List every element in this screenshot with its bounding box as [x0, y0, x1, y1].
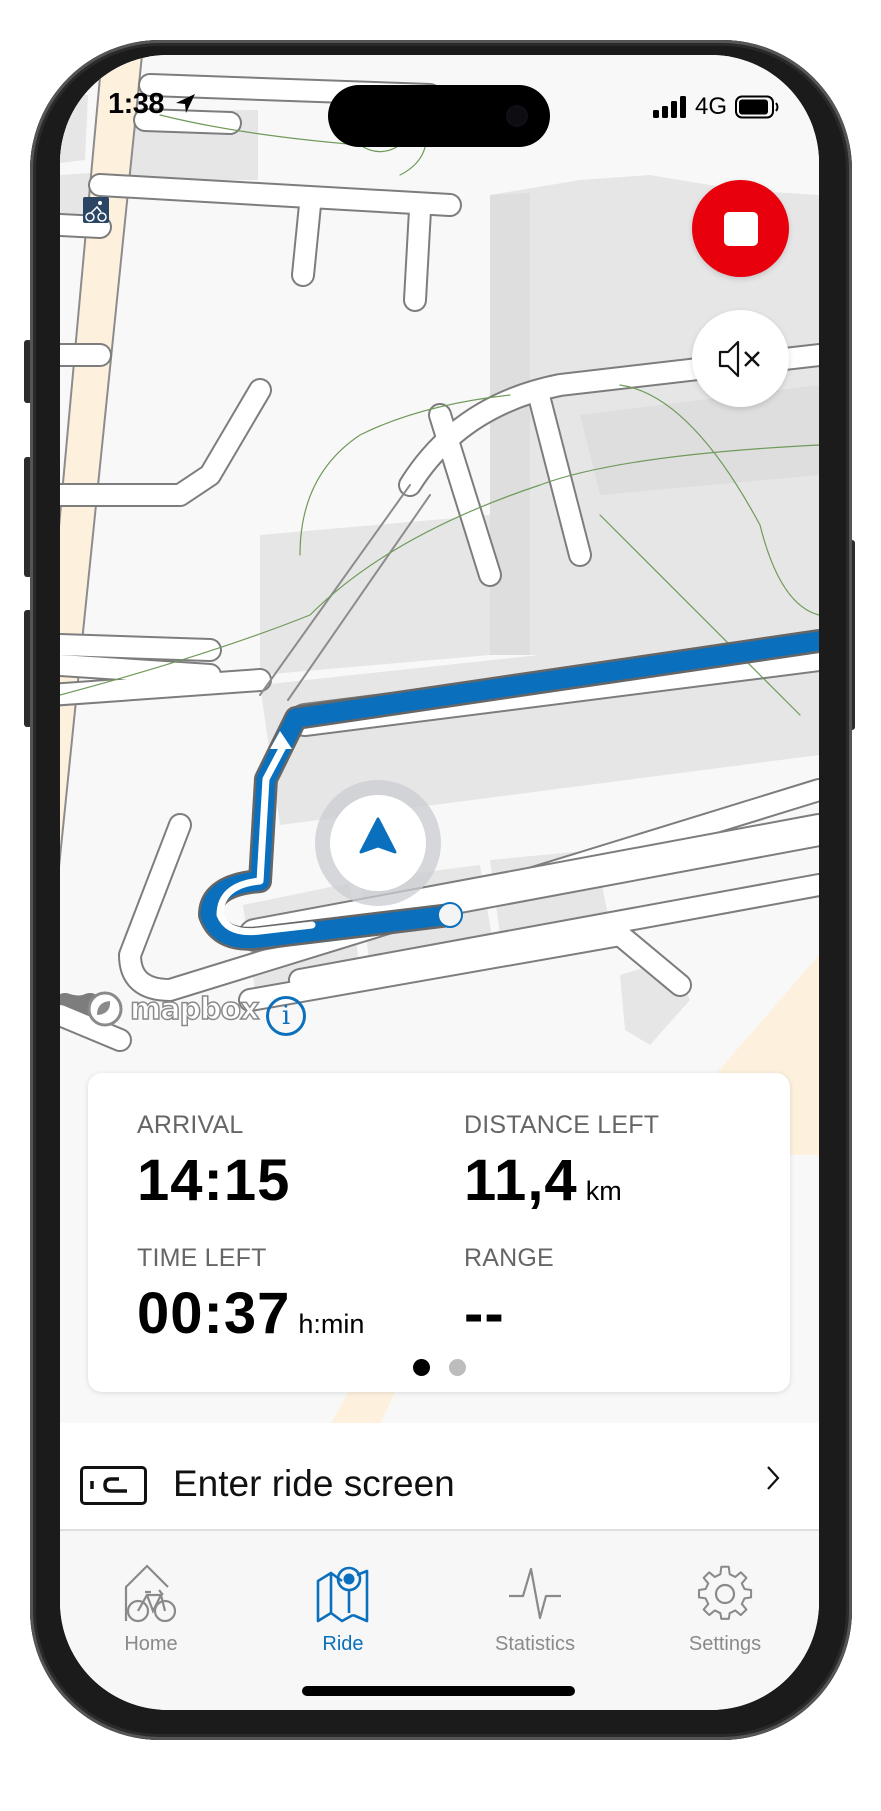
pager-dot-2[interactable] — [449, 1359, 466, 1376]
time-left-value: 00:37 — [137, 1281, 291, 1346]
signal-bars-icon — [652, 96, 686, 118]
tab-statistics-label: Statistics — [494, 1633, 576, 1655]
range-value: -- — [464, 1281, 505, 1346]
tab-bar: Home Ride Statistics Settings — [60, 1529, 819, 1710]
time-left-label: TIME LEFT — [137, 1244, 267, 1272]
network-type: 4G — [694, 93, 727, 120]
speaker-muted-icon — [718, 340, 760, 377]
stop-icon — [723, 211, 758, 246]
mapbox-mark-icon — [87, 991, 123, 1027]
distance-left-unit: km — [585, 1176, 622, 1206]
metric-time-left: TIME LEFT 00:37 h:min — [137, 1246, 364, 1343]
mapbox-wordmark: mapbox — [129, 991, 260, 1028]
battery-icon — [735, 95, 779, 119]
attribution-info-icon[interactable]: i — [266, 996, 306, 1036]
gear-icon — [697, 1565, 753, 1620]
chevron-right-icon — [767, 1466, 780, 1490]
mute-button[interactable] — [692, 310, 789, 407]
arrival-label: ARRIVAL — [137, 1111, 244, 1139]
map-pin-icon — [316, 1566, 369, 1623]
tab-home-label: Home — [124, 1633, 178, 1655]
location-arrow-icon — [175, 94, 195, 113]
tab-ride[interactable]: Ride — [253, 1531, 433, 1655]
tab-settings[interactable]: Settings — [635, 1531, 815, 1655]
mapbox-logo[interactable]: mapbox — [86, 990, 260, 1028]
app-screen: 1:38 4G mapbox i ARRIVAL 14:15 DISTANCE … — [60, 55, 819, 1710]
tab-statistics[interactable]: Statistics — [445, 1531, 625, 1655]
dynamic-island — [328, 85, 550, 147]
home-bike-icon — [124, 1564, 177, 1623]
metric-distance-left: DISTANCE LEFT 11,4 km — [464, 1113, 659, 1210]
enter-ride-screen-button[interactable]: Enter ride screen — [60, 1423, 819, 1529]
status-indicators: 4G — [652, 93, 779, 121]
bike-poi-icon — [83, 197, 109, 223]
tab-home[interactable]: Home — [61, 1531, 241, 1655]
arrival-value: 14:15 — [137, 1148, 291, 1213]
navigation-puck — [315, 780, 441, 906]
route-progress-dot — [437, 902, 463, 928]
pulse-icon — [509, 1567, 561, 1620]
tab-settings-label: Settings — [688, 1633, 762, 1655]
ride-info-card[interactable]: ARRIVAL 14:15 DISTANCE LEFT 11,4 km TIME … — [88, 1073, 790, 1392]
card-pager[interactable] — [60, 1359, 819, 1376]
stop-ride-button[interactable] — [692, 180, 789, 277]
home-indicator[interactable] — [302, 1686, 575, 1696]
distance-left-value: 11,4 — [464, 1148, 578, 1213]
enter-ride-screen-label: Enter ride screen — [173, 1463, 455, 1504]
metric-arrival: ARRIVAL 14:15 — [137, 1113, 290, 1210]
tab-ride-label: Ride — [322, 1633, 364, 1655]
distance-left-label: DISTANCE LEFT — [464, 1111, 660, 1139]
time-left-unit: h:min — [298, 1309, 365, 1339]
clock: 1:38 — [108, 88, 165, 120]
status-time: 1:38 — [108, 88, 196, 121]
pager-dot-1[interactable] — [413, 1359, 430, 1376]
range-label: RANGE — [464, 1244, 554, 1272]
metric-range: RANGE -- — [464, 1246, 554, 1343]
display-unit-icon — [80, 1466, 147, 1505]
